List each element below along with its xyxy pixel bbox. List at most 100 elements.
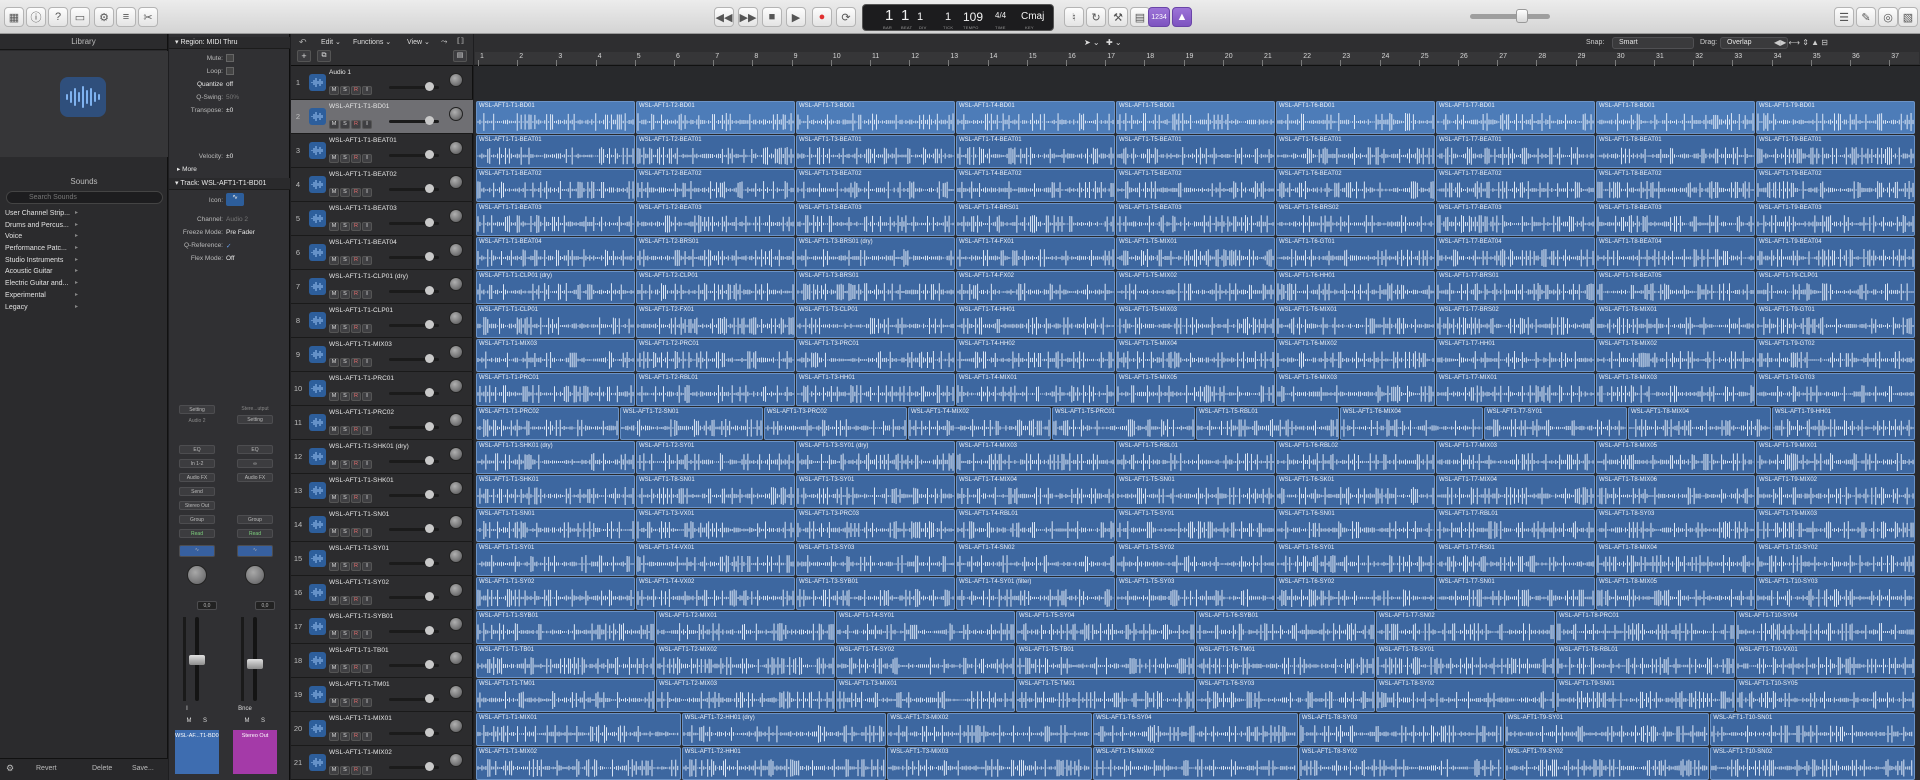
q-reference-checkbox[interactable]: ✓: [226, 242, 231, 250]
audio-region[interactable]: WSL-AFT1-T4-HH01: [956, 305, 1115, 338]
track-volume-knob[interactable]: [425, 320, 434, 329]
audio-region[interactable]: WSL-AFT1-T3-BEAT03: [796, 203, 955, 236]
track-name[interactable]: WSL-AFT1-T1-CLP01: [329, 307, 457, 314]
track-solo-button[interactable]: S: [340, 698, 350, 707]
audio-region[interactable]: WSL-AFT1-T9-SN01: [1556, 679, 1735, 712]
audio-region[interactable]: WSL-AFT1-T4-SY01: [836, 611, 1015, 644]
track-record-button[interactable]: R: [351, 392, 361, 401]
track-record-button[interactable]: R: [351, 290, 361, 299]
audio-region[interactable]: WSL-AFT1-T5-MIX02: [1116, 271, 1275, 304]
audio-region[interactable]: WSL-AFT1-T4-BRS01: [956, 203, 1115, 236]
track-header[interactable]: 19 WSL-AFT1-T1-TM01 M S R I: [291, 678, 473, 712]
strip-output-button[interactable]: Stereo Out: [179, 501, 215, 510]
loop-checkbox[interactable]: [226, 67, 234, 75]
track-header[interactable]: 2 WSL-AFT1-T1-BD01 M S R I: [291, 100, 473, 134]
flex-icon[interactable]: ⟦⟧: [457, 37, 464, 45]
functions-menu[interactable]: Functions ⌄: [353, 38, 391, 46]
audio-region[interactable]: WSL-AFT1-T10-SY02: [1756, 543, 1915, 576]
audio-region[interactable]: WSL-AFT1-T4-FX02: [956, 271, 1115, 304]
strip-volume-fader[interactable]: [189, 655, 205, 665]
track-pan-knob[interactable]: [449, 481, 463, 495]
audio-region[interactable]: WSL-AFT1-T1-CLP01: [476, 305, 635, 338]
track-header[interactable]: 3 WSL-AFT1-T1-BEAT01 M S R I: [291, 134, 473, 168]
count-in-icon[interactable]: ↻: [1086, 7, 1106, 27]
audio-region[interactable]: WSL-AFT1-T7-SN02: [1376, 611, 1555, 644]
audio-region[interactable]: WSL-AFT1-T8-MIX04: [1596, 543, 1755, 576]
strip-mute-button[interactable]: M: [183, 717, 195, 726]
audio-region[interactable]: WSL-AFT1-T5-TB01: [1016, 645, 1195, 678]
audio-region[interactable]: WSL-AFT1-T3-PRC01: [796, 339, 955, 372]
track-header[interactable]: 13 WSL-AFT1-T1-SHK01 M S R I: [291, 474, 473, 508]
sound-category-item[interactable]: Performance Patc... ▸: [0, 243, 82, 255]
audio-region[interactable]: WSL-AFT1-T8-BEAT04: [1596, 237, 1755, 270]
audio-region[interactable]: WSL-AFT1-T5-PRC01: [1052, 407, 1195, 440]
save-button[interactable]: Save...: [132, 765, 154, 772]
track-volume-knob[interactable]: [425, 660, 434, 669]
audio-region[interactable]: WSL-AFT1-T3-MIX02: [887, 713, 1093, 746]
audio-region[interactable]: WSL-AFT1-T10-SN01: [1710, 713, 1915, 746]
audio-region[interactable]: WSL-AFT1-T5-RBL01: [1196, 407, 1339, 440]
track-header[interactable]: 10 WSL-AFT1-T1-PRC01 M S R I: [291, 372, 473, 406]
master-volume-knob[interactable]: [1516, 9, 1528, 23]
audio-region[interactable]: WSL-AFT1-T4-SY01 (filter): [956, 577, 1115, 610]
track-name[interactable]: WSL-AFT1-T1-BD01: [329, 103, 457, 110]
quick-help-icon[interactable]: ?: [48, 7, 68, 27]
audio-region[interactable]: WSL-AFT1-T2-MIX01: [656, 611, 835, 644]
audio-region[interactable]: WSL-AFT1-T2-PRC01: [636, 339, 795, 372]
audio-region[interactable]: WSL-AFT1-T2-CLP01: [636, 271, 795, 304]
audio-region[interactable]: WSL-AFT1-T7-BRS02: [1436, 305, 1595, 338]
strip2-automation-button[interactable]: Read: [237, 529, 273, 538]
audio-region[interactable]: WSL-AFT1-T8-MIX01: [1596, 305, 1755, 338]
sound-category-item[interactable]: Experimental ▸: [0, 290, 82, 302]
track-input-monitor-button[interactable]: I: [362, 120, 372, 129]
sounds-search-input[interactable]: Search Sounds: [6, 191, 163, 204]
track-name[interactable]: WSL-AFT1-T1-MIX01: [329, 715, 457, 722]
audio-region[interactable]: WSL-AFT1-T3-VX01: [636, 509, 795, 542]
audio-region[interactable]: WSL-AFT1-T6-SYB01: [1196, 611, 1375, 644]
track-record-button[interactable]: R: [351, 324, 361, 333]
audio-region[interactable]: WSL-AFT1-T7-BEAT03: [1436, 203, 1595, 236]
audio-region[interactable]: WSL-AFT1-T4-BEAT02: [956, 169, 1115, 202]
audio-region[interactable]: WSL-AFT1-T3-BD01: [796, 101, 955, 134]
track-name[interactable]: WSL-AFT1-T1-MIX02: [329, 749, 457, 756]
track-pan-knob[interactable]: [449, 753, 463, 767]
audio-region[interactable]: WSL-AFT1-T3-BRS01 (dry): [796, 237, 955, 270]
track-volume-knob[interactable]: [425, 218, 434, 227]
track-solo-button[interactable]: S: [340, 426, 350, 435]
region-section-header[interactable]: ▾ Region: MIDI Thru: [169, 37, 290, 49]
audio-region[interactable]: WSL-AFT1-T9-HH01: [1772, 407, 1915, 440]
audio-region[interactable]: WSL-AFT1-T5-MIX01: [1116, 237, 1275, 270]
audio-region[interactable]: WSL-AFT1-T7-BRS01: [1436, 271, 1595, 304]
track-volume-knob[interactable]: [425, 762, 434, 771]
audio-region[interactable]: WSL-AFT1-T8-SY02: [1376, 679, 1555, 712]
strip2-audio-fx-slot[interactable]: Audio FX: [237, 473, 273, 482]
track-name[interactable]: WSL-AFT1-T1-SY01: [329, 545, 457, 552]
audio-region[interactable]: WSL-AFT1-T3-SY01 (dry): [796, 441, 955, 474]
track-pan-knob[interactable]: [449, 583, 463, 597]
track-header[interactable]: 11 WSL-AFT1-T1-PRC02 M S R I: [291, 406, 473, 440]
audio-region[interactable]: WSL-AFT1-T5-BEAT02: [1116, 169, 1275, 202]
audio-region[interactable]: WSL-AFT1-T2-BEAT01: [636, 135, 795, 168]
audio-region[interactable]: WSL-AFT1-T2-BEAT02: [636, 169, 795, 202]
track-solo-button[interactable]: S: [340, 596, 350, 605]
audio-region[interactable]: WSL-AFT1-T8-SN01: [636, 475, 795, 508]
track-volume-knob[interactable]: [425, 456, 434, 465]
audio-region[interactable]: WSL-AFT1-T2-MIX02: [656, 645, 835, 678]
track-input-monitor-button[interactable]: I: [362, 562, 372, 571]
audio-region[interactable]: WSL-AFT1-T7-RBL01: [1436, 509, 1595, 542]
audio-region[interactable]: WSL-AFT1-T6-SY04: [1093, 713, 1298, 746]
audio-region[interactable]: WSL-AFT1-T9-GT01: [1756, 305, 1915, 338]
strip-pan-knob[interactable]: [187, 565, 207, 585]
audio-region[interactable]: WSL-AFT1-T2-HH01 (dry): [681, 713, 887, 746]
audio-region[interactable]: WSL-AFT1-T3-MIX01: [836, 679, 1015, 712]
track-name[interactable]: WSL-AFT1-T1-SY02: [329, 579, 457, 586]
audio-region[interactable]: WSL-AFT1-T9-MIX02: [1756, 475, 1915, 508]
audio-region[interactable]: WSL-AFT1-T2-HH01: [681, 747, 887, 780]
track-pan-knob[interactable]: [449, 243, 463, 257]
freeze-mode-value[interactable]: Pre Fader: [226, 229, 255, 236]
track-mute-button[interactable]: M: [329, 460, 339, 469]
audio-region[interactable]: WSL-AFT1-T1-SHK01 (dry): [476, 441, 635, 474]
audio-region[interactable]: WSL-AFT1-T9-MIX01: [1756, 441, 1915, 474]
audio-region[interactable]: WSL-AFT1-T3-HH01: [796, 373, 955, 406]
track-solo-button[interactable]: S: [340, 630, 350, 639]
